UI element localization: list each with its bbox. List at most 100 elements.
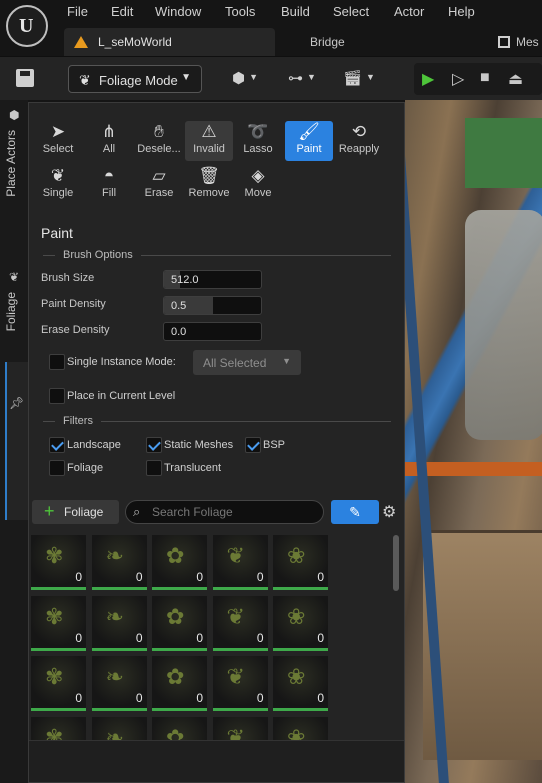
erase-density-field[interactable]: 0.0 — [163, 322, 262, 341]
palette-filter-button[interactable]: ✎ — [331, 500, 379, 524]
foliage-thumbnail[interactable]: ✿0 — [152, 656, 207, 711]
foliage-thumbnail[interactable]: ❦0 — [212, 595, 268, 651]
single-instance-select[interactable]: All Selected ▼ — [193, 350, 301, 375]
cinematics-button[interactable]: 🎬︎ ▼ — [343, 69, 383, 91]
tool-paint[interactable]: 🖌︎ Paint — [285, 121, 333, 161]
paint-density-field[interactable]: 0.5 — [163, 296, 262, 315]
foliage-thumbnail[interactable]: ✾0 — [31, 716, 86, 740]
unreal-logo-icon[interactable]: U — [6, 5, 48, 47]
foliage-thumbnail[interactable]: ❦0 — [212, 535, 268, 590]
tool-all[interactable]: ⋔ All — [85, 121, 133, 161]
filter-foliage-checkbox[interactable] — [49, 460, 65, 476]
select-all-icon: ⋔ — [101, 122, 117, 141]
tool-label: Invalid — [193, 143, 225, 155]
foliage-thumbnail[interactable]: ❦0 — [212, 656, 268, 711]
tool-reapply[interactable]: ⟲ Reapply — [334, 121, 384, 161]
palette-scrollbar[interactable] — [393, 535, 399, 591]
filter-bsp-checkbox[interactable] — [245, 437, 261, 453]
tool-lasso[interactable]: ➰ Lasso — [234, 121, 282, 161]
filter-translucent-checkbox[interactable] — [146, 460, 162, 476]
select-arrow-icon: ➤ — [50, 122, 66, 141]
filter-landscape-label: Landscape — [67, 439, 121, 451]
foliage-thumbnail[interactable]: ❀0 — [273, 716, 328, 741]
foliage-thumbnail[interactable]: ❦0 — [212, 716, 268, 741]
menu-tools[interactable]: Tools — [225, 4, 255, 19]
filter-static-meshes-checkbox[interactable] — [146, 437, 162, 453]
partial-tab[interactable]: Mes — [498, 35, 539, 49]
menu-select[interactable]: Select — [333, 4, 369, 19]
place-current-level-checkbox[interactable] — [49, 388, 65, 404]
foliage-search: ⌕ — [125, 500, 324, 524]
blueprint-button[interactable]: ⊶ ▼ — [288, 69, 328, 91]
invalid-warning-icon: ⚠ — [201, 122, 217, 141]
tool-label: All — [102, 143, 116, 155]
tool-deselect[interactable]: ✋︎ Desele... — [135, 121, 183, 161]
tool-remove[interactable]: 🗑︎ Remove — [185, 165, 233, 205]
tool-fill[interactable]: ◓ Fill — [85, 165, 133, 205]
save-icon[interactable] — [16, 69, 34, 87]
foliage-thumbnail[interactable]: ✾0 — [31, 595, 86, 651]
tool-label: Select — [42, 143, 74, 155]
foliage-thumbnail[interactable]: ❀0 — [273, 535, 328, 590]
mode-label: Foliage Mode — [99, 73, 178, 88]
bridge-tab[interactable]: Bridge — [310, 35, 345, 49]
filter-landscape-checkbox[interactable] — [49, 437, 65, 453]
foliage-thumbnail[interactable]: ❧0 — [91, 595, 147, 651]
menu-build[interactable]: Build — [281, 4, 310, 19]
tool-select[interactable]: ➤ Select — [34, 121, 82, 161]
level-tab-label: L_seMoWorld — [98, 35, 172, 49]
add-foliage-label: Foliage — [64, 505, 104, 519]
foliage-thumbnail[interactable]: ❧0 — [91, 656, 147, 711]
foliage-thumbnail[interactable]: ✿0 — [152, 716, 207, 741]
plant-preview-icon: ❀ — [287, 724, 306, 741]
tool-label: Desele... — [137, 143, 181, 155]
foliage-palette-grid: ✾0❧0✿0❦0❀0✾0❧0✿0❦0❀0✾0❧0✿0❦0❀0✾0❧0✿0❦0❀0 — [31, 535, 386, 740]
stop-icon[interactable]: ■ — [480, 69, 490, 87]
foliage-thumbnail[interactable]: ❀0 — [273, 595, 328, 651]
menu-window[interactable]: Window — [155, 4, 201, 19]
foliage-search-input[interactable] — [152, 504, 317, 520]
pin-icon[interactable]: 📌︎ — [9, 396, 24, 410]
foliage-thumbnail[interactable]: ❧0 — [91, 535, 147, 590]
filters-header: Filters — [63, 415, 93, 427]
plant-preview-icon: ❧ — [105, 603, 124, 629]
foliage-thumbnail[interactable]: ✿0 — [152, 535, 207, 590]
instance-count: 0 — [75, 691, 82, 705]
foliage-tab-bg[interactable] — [5, 362, 29, 520]
place-actors-tab[interactable]: Place Actors — [4, 130, 18, 197]
menu-help[interactable]: Help — [448, 4, 475, 19]
plant-preview-icon: ❦ — [226, 724, 245, 741]
brush-size-field[interactable]: 512.0 — [163, 270, 262, 289]
foliage-thumbnail[interactable]: ✿0 — [152, 595, 207, 651]
single-plant-icon: ❦ — [50, 166, 66, 185]
foliage-tab[interactable]: Foliage — [4, 292, 18, 331]
eject-icon[interactable]: ⏏ — [508, 69, 523, 89]
add-foliage-button[interactable]: + Foliage — [32, 500, 119, 524]
foliage-thumbnail[interactable]: ❀0 — [273, 656, 328, 711]
menu-actor[interactable]: Actor — [394, 4, 424, 19]
mode-dropdown[interactable]: ❦ Foliage Mode ▼ — [68, 65, 202, 93]
tool-erase[interactable]: ▱ Erase — [135, 165, 183, 205]
lasso-icon: ➰ — [247, 122, 269, 141]
erase-density-label: Erase Density — [41, 324, 110, 336]
foliage-thumbnail[interactable]: ✾0 — [31, 656, 86, 711]
foliage-thumbnail[interactable]: ✾0 — [31, 535, 86, 590]
tool-move[interactable]: ◈ Move — [234, 165, 282, 205]
foliage-thumbnail[interactable]: ❧0 — [91, 716, 147, 740]
step-icon[interactable]: ▷ — [452, 69, 464, 89]
menu-file[interactable]: File — [67, 4, 88, 19]
gear-icon[interactable]: ⚙ — [382, 502, 396, 522]
tool-single[interactable]: ❦ Single — [34, 165, 82, 205]
add-actor-button[interactable]: ⬢ ▼ — [232, 69, 272, 91]
play-icon[interactable]: ▶ — [422, 69, 434, 89]
level-tab[interactable]: L_seMoWorld — [64, 28, 275, 56]
partial-tab-label: Mes — [516, 35, 539, 49]
menu-edit[interactable]: Edit — [111, 4, 133, 19]
plant-preview-icon: ✿ — [166, 724, 185, 741]
level-viewport[interactable] — [405, 100, 542, 783]
divider — [43, 255, 55, 256]
single-instance-checkbox[interactable] — [49, 354, 65, 370]
tool-invalid[interactable]: ⚠ Invalid — [185, 121, 233, 161]
plant-preview-icon: ✾ — [45, 543, 64, 568]
side-tab-strip: ⬢ Place Actors ❦ Foliage 📌︎ — [0, 100, 29, 783]
